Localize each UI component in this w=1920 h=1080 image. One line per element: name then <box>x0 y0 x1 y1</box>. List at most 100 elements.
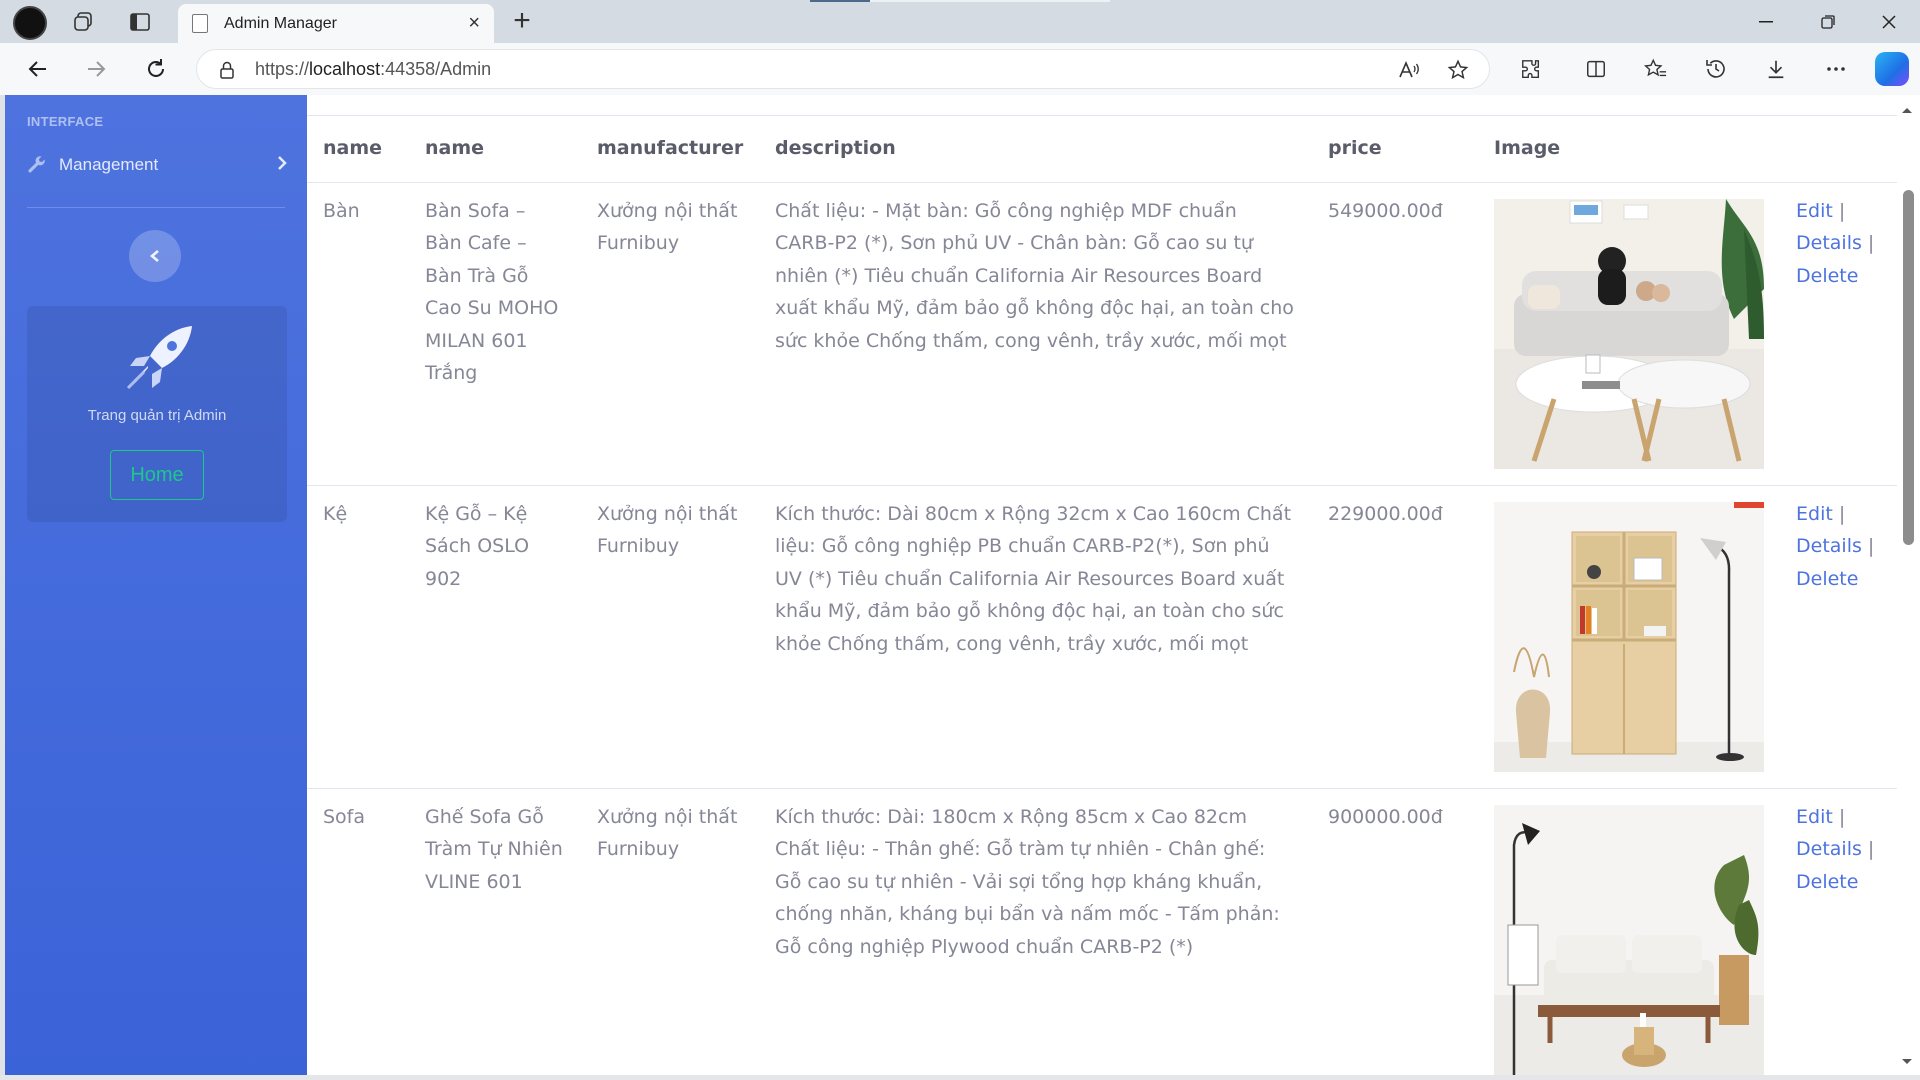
window-close-icon[interactable] <box>1866 6 1912 38</box>
more-options-icon[interactable] <box>1816 52 1856 86</box>
forward-icon[interactable] <box>78 52 114 86</box>
browser-address-bar: https://localhost:44358/Admin <box>0 43 1920 95</box>
column-header-category[interactable]: name <box>307 115 409 183</box>
copilot-icon[interactable] <box>1875 52 1909 86</box>
products-table: name name manufacturer description price… <box>307 115 1897 1075</box>
column-header-description[interactable]: description <box>759 115 1312 183</box>
column-header-image[interactable]: Image <box>1478 115 1780 183</box>
edit-link[interactable]: Edit <box>1796 806 1833 828</box>
extensions-icon[interactable] <box>1511 52 1551 86</box>
cell-description: Kích thước: Dài 80cm x Rộng 32cm x Cao 1… <box>759 485 1312 789</box>
admin-card-text: Trang quản trị Admin <box>87 407 227 424</box>
delete-link[interactable]: Delete <box>1796 871 1858 893</box>
cell-description: Kích thước: Dài: 180cm x Rộng 85cm x Cao… <box>759 788 1312 1075</box>
table-row: Kệ Kệ Gỗ – Kệ Sách OSLO 902 Xưởng nội th… <box>307 485 1897 789</box>
cell-category: Kệ <box>307 485 409 789</box>
workspaces-icon[interactable] <box>66 6 100 38</box>
admin-page: INTERFACE Management Trang quản trị Admi… <box>5 95 1920 1075</box>
new-tab-button[interactable]: + <box>505 5 539 37</box>
column-header-price[interactable]: price <box>1312 115 1478 183</box>
downloads-icon[interactable] <box>1756 52 1796 86</box>
cell-image <box>1478 788 1780 1075</box>
column-header-manufacturer[interactable]: manufacturer <box>581 115 759 183</box>
separator: | <box>1838 805 1846 828</box>
back-icon[interactable] <box>20 52 56 86</box>
sidebar-divider <box>27 207 285 208</box>
separator: | <box>1867 535 1875 557</box>
cell-manufacturer: Xưởng nội thất Furnibuy <box>581 182 759 486</box>
details-link[interactable]: Details <box>1796 838 1862 860</box>
cell-image <box>1478 182 1780 486</box>
tab-actions-icon[interactable] <box>123 6 157 38</box>
cell-price: 229000.00đ <box>1312 485 1478 789</box>
cell-name: Kệ Gỗ – Kệ Sách OSLO 902 <box>409 485 581 789</box>
profile-avatar[interactable] <box>13 6 47 40</box>
home-button[interactable]: Home <box>110 450 204 500</box>
refresh-icon[interactable] <box>138 52 174 86</box>
sidebar-toggle-button[interactable] <box>129 230 181 282</box>
cell-name: Bàn Sofa – Bàn Cafe – Bàn Trà Gỗ Cao Su … <box>409 182 581 486</box>
history-icon[interactable] <box>1696 52 1736 86</box>
cell-manufacturer: Xưởng nội thất Furnibuy <box>581 788 759 1075</box>
separator: | <box>1838 199 1846 222</box>
cell-actions: Edit | Details | Delete <box>1780 182 1897 486</box>
page-favicon-icon <box>192 14 208 33</box>
wrench-icon <box>27 155 47 175</box>
scroll-up-arrow-icon[interactable] <box>1901 103 1913 117</box>
chevron-left-icon <box>149 250 159 262</box>
sidebar: INTERFACE Management Trang quản trị Admi… <box>5 95 307 1075</box>
favorites-icon[interactable] <box>1636 52 1676 86</box>
tab-title: Admin Manager <box>224 14 337 32</box>
rocket-icon <box>122 324 202 394</box>
lock-icon[interactable] <box>219 61 235 79</box>
details-link[interactable]: Details <box>1796 535 1862 557</box>
restore-icon[interactable] <box>1805 6 1851 38</box>
window-bottom-edge <box>0 1075 1920 1080</box>
cell-name: Ghế Sofa Gỗ Tràm Tự Nhiên VLINE 601 <box>409 788 581 1075</box>
cell-price: 900000.00đ <box>1312 788 1478 1075</box>
cell-manufacturer: Xưởng nội thất Furnibuy <box>581 485 759 789</box>
cell-description: Chất liệu: - Mặt bàn: Gỗ công nghiệp MDF… <box>759 182 1312 486</box>
delete-link[interactable]: Delete <box>1796 568 1858 590</box>
cell-actions: Edit | Details | Delete <box>1780 485 1897 789</box>
separator: | <box>1867 838 1875 860</box>
sofa-photo <box>1494 804 1764 1075</box>
vertical-scrollbar[interactable] <box>1897 95 1920 1075</box>
scrollbar-thumb[interactable] <box>1903 190 1914 545</box>
sidebar-item-management[interactable]: Management <box>27 149 287 181</box>
minimize-icon[interactable] <box>1743 6 1789 38</box>
sidebar-promo-card: Trang quản trị Admin Home <box>27 306 287 522</box>
cell-actions: Edit | Details | Delete <box>1780 788 1897 1075</box>
table-row: Sofa Ghế Sofa Gỗ Tràm Tự Nhiên VLINE 601… <box>307 788 1897 1075</box>
browser-tab-bar: Admin Manager × + <box>0 0 1920 43</box>
url-field[interactable]: https://localhost:44358/Admin <box>196 49 1490 89</box>
scroll-down-arrow-icon[interactable] <box>1901 1055 1913 1069</box>
bookshelf-photo <box>1494 501 1764 772</box>
cell-image <box>1478 485 1780 789</box>
cell-price: 549000.00đ <box>1312 182 1478 486</box>
edit-link[interactable]: Edit <box>1796 200 1833 222</box>
details-link[interactable]: Details <box>1796 232 1862 254</box>
tab-admin-manager[interactable]: Admin Manager × <box>178 4 494 43</box>
separator: | <box>1867 232 1875 254</box>
table-header-row: name name manufacturer description price… <box>307 115 1897 183</box>
sidebar-item-label: Management <box>59 155 159 174</box>
cell-category: Sofa <box>307 788 409 1075</box>
chevron-right-icon <box>277 155 287 176</box>
coffee-table-photo <box>1494 198 1764 469</box>
table-row: Bàn Bàn Sofa – Bàn Cafe – Bàn Trà Gỗ Cao… <box>307 182 1897 486</box>
split-screen-icon[interactable] <box>1576 52 1616 86</box>
favorite-star-icon[interactable] <box>1440 50 1476 90</box>
main-content: name name manufacturer description price… <box>307 95 1897 1075</box>
separator: | <box>1838 502 1846 525</box>
window-top-marker <box>870 0 1110 2</box>
sidebar-heading: INTERFACE <box>27 114 104 129</box>
delete-link[interactable]: Delete <box>1796 265 1858 287</box>
edit-link[interactable]: Edit <box>1796 503 1833 525</box>
column-header-actions <box>1780 115 1897 183</box>
window-top-marker <box>810 0 870 2</box>
tab-close-icon[interactable]: × <box>468 12 480 35</box>
cell-category: Bàn <box>307 182 409 486</box>
column-header-name[interactable]: name <box>409 115 581 183</box>
read-aloud-icon[interactable] <box>1391 50 1427 90</box>
